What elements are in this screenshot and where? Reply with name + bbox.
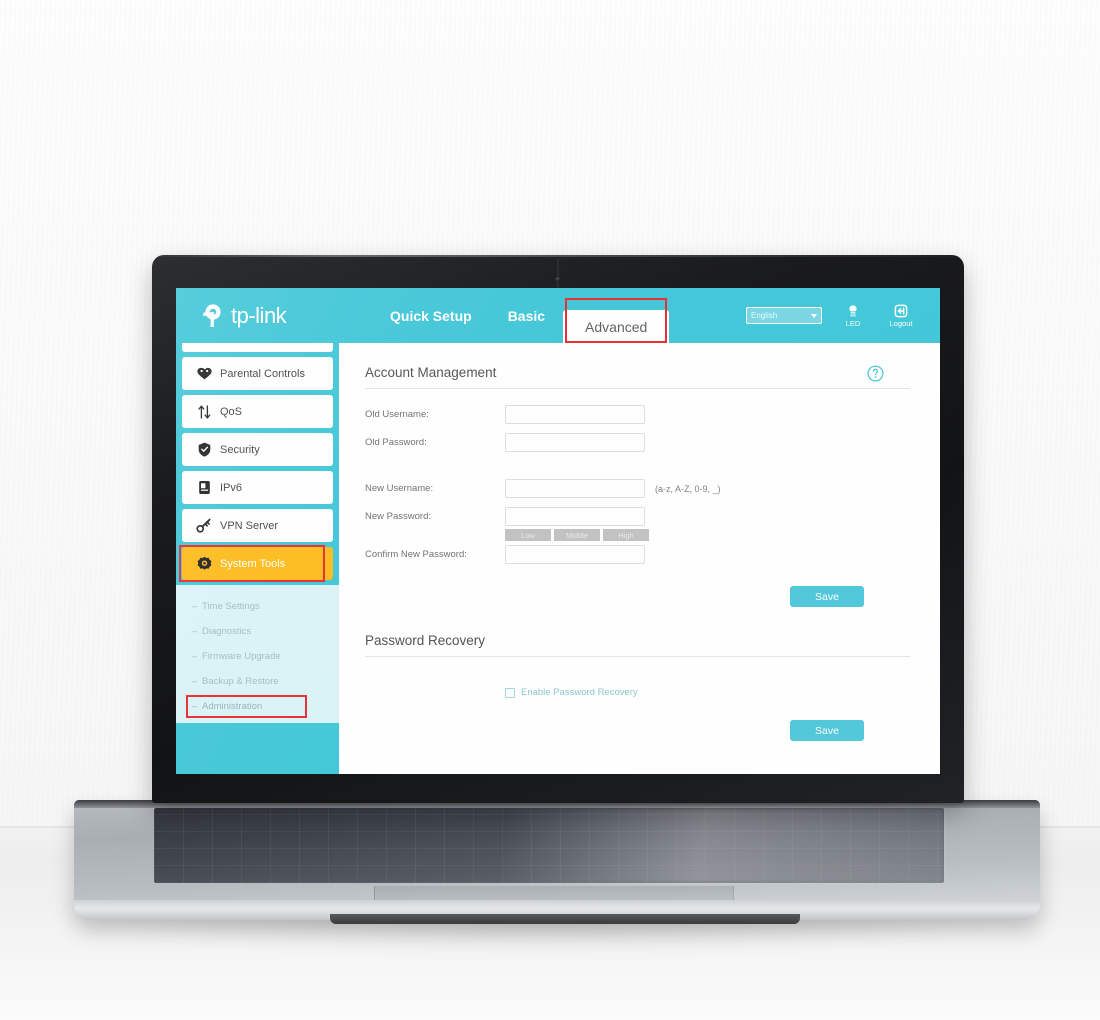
top-right-controls: English LED Logout	[746, 304, 918, 328]
enable-password-recovery-row: Enable Password Recovery	[505, 687, 910, 698]
link-chain-icon	[195, 518, 213, 533]
strength-segment-low: Low	[505, 529, 551, 541]
base-foot	[330, 914, 800, 924]
enable-password-recovery-label: Enable Password Recovery	[521, 687, 638, 698]
field-row-confirm-new-password: Confirm New Password:	[365, 545, 910, 564]
brand-name: tp-link	[231, 302, 287, 328]
sidebar-item-label: Parental Controls	[220, 367, 305, 380]
tplink-logo[interactable]: tp-link	[196, 301, 344, 331]
field-row-old-username: Old Username:	[365, 405, 910, 424]
main-tabs: Quick Setup Basic Advanced	[372, 288, 670, 343]
submenu-dash: –	[192, 651, 198, 662]
account-save-row: Save	[365, 586, 910, 607]
sidebar-navigation: Parental Controls QoS Security IPv6 VPN …	[176, 343, 339, 774]
sidebar-item-label: Security	[220, 443, 260, 456]
account-management-title: Account Management	[365, 365, 910, 389]
new-username-input[interactable]	[505, 479, 645, 498]
submenu-item-label: Administration	[202, 701, 263, 712]
confirm-new-password-label: Confirm New Password:	[365, 549, 467, 560]
logout-label: Logout	[889, 318, 913, 328]
submenu-dash: –	[192, 676, 198, 687]
password-recovery-title: Password Recovery	[365, 633, 910, 657]
submenu-dash: –	[192, 601, 198, 612]
save-button-recovery[interactable]: Save	[790, 720, 864, 741]
sidebar-submenu: – Time Settings – Diagnostics – Firmware…	[176, 585, 339, 723]
field-spacer	[365, 461, 910, 479]
led-bulb-icon	[849, 304, 857, 317]
old-password-input[interactable]	[505, 433, 645, 452]
logout-button[interactable]: Logout	[884, 304, 918, 328]
led-label: LED	[845, 318, 861, 328]
submenu-item-label: Backup & Restore	[202, 676, 279, 687]
keyboard-glare	[504, 808, 944, 883]
submenu-item-label: Firmware Upgrade	[202, 651, 281, 662]
sidebar-item-vpn-server[interactable]: VPN Server	[182, 509, 333, 542]
submenu-item-label: Diagnostics	[202, 626, 252, 637]
document-icon	[195, 480, 213, 495]
submenu-item-diagnostics[interactable]: – Diagnostics	[176, 619, 339, 644]
led-button[interactable]: LED	[836, 304, 870, 328]
submenu-item-time-settings[interactable]: – Time Settings	[176, 594, 339, 619]
submenu-dash: –	[192, 701, 198, 712]
heart-icon	[195, 367, 213, 380]
new-password-label: New Password:	[365, 511, 431, 522]
old-password-label: Old Password:	[365, 437, 427, 448]
updown-arrows-icon	[195, 404, 213, 419]
language-select[interactable]: English	[746, 307, 822, 324]
field-row-new-password: New Password:	[365, 507, 910, 526]
help-icon[interactable]	[867, 365, 884, 385]
field-row-old-password: Old Password:	[365, 433, 910, 452]
laptop: tp-link Quick Setup Basic Advanced Engli…	[0, 0, 1100, 1020]
tab-advanced-wrapper: Advanced	[563, 288, 670, 343]
shield-icon	[195, 442, 213, 457]
password-strength-meter: Low Middle High	[505, 529, 910, 541]
top-navigation-bar: tp-link Quick Setup Basic Advanced Engli…	[176, 288, 940, 343]
old-username-input[interactable]	[505, 405, 645, 424]
laptop-screen: tp-link Quick Setup Basic Advanced Engli…	[176, 288, 940, 774]
new-username-hint: (a-z, A-Z, 0-9, _)	[655, 483, 721, 494]
sidebar-item-qos[interactable]: QoS	[182, 395, 333, 428]
submenu-dash: –	[192, 626, 198, 637]
router-web-ui: tp-link Quick Setup Basic Advanced Engli…	[176, 288, 940, 774]
sidebar-item-label: QoS	[220, 405, 243, 418]
sidebar-item-label: System Tools	[220, 557, 286, 570]
enable-password-recovery-checkbox[interactable]	[505, 687, 515, 698]
new-username-label: New Username:	[365, 483, 434, 494]
gear-icon	[195, 556, 213, 571]
sidebar-item-partial-above[interactable]	[182, 343, 333, 352]
submenu-item-label: Time Settings	[202, 601, 260, 612]
language-value: English	[751, 311, 778, 320]
laptop-lid: tp-link Quick Setup Basic Advanced Engli…	[152, 255, 964, 803]
sidebar-item-label: IPv6	[220, 481, 243, 494]
chevron-down-icon	[811, 313, 817, 318]
old-username-label: Old Username:	[365, 409, 429, 420]
recovery-save-row: Save	[365, 720, 910, 741]
sidebar-item-ipv6[interactable]: IPv6	[182, 471, 333, 504]
new-password-input[interactable]	[505, 507, 645, 526]
page-body: Parental Controls QoS Security IPv6 VPN …	[176, 343, 940, 774]
submenu-item-backup-restore[interactable]: – Backup & Restore	[176, 669, 339, 694]
sidebar-item-system-tools[interactable]: System Tools	[179, 545, 333, 582]
confirm-new-password-input[interactable]	[505, 545, 645, 564]
tplink-mark-icon	[203, 303, 221, 327]
lid-highlight	[152, 255, 964, 257]
sidebar-item-security[interactable]: Security	[182, 433, 333, 466]
tab-basic[interactable]: Basic	[490, 288, 563, 343]
tab-quick-setup[interactable]: Quick Setup	[372, 288, 490, 343]
strength-segment-high: High	[603, 529, 649, 541]
strength-segment-middle: Middle	[554, 529, 600, 541]
logout-icon	[894, 304, 908, 317]
submenu-item-administration[interactable]: – Administration	[176, 694, 339, 719]
bezel-seam	[557, 259, 559, 289]
sidebar-item-label: VPN Server	[220, 519, 279, 532]
save-button-account[interactable]: Save	[790, 586, 864, 607]
main-content: Account Management Old Username: Old Pas…	[339, 343, 940, 774]
submenu-item-firmware-upgrade[interactable]: – Firmware Upgrade	[176, 644, 339, 669]
sidebar-item-parental-controls[interactable]: Parental Controls	[182, 357, 333, 390]
tab-advanced[interactable]: Advanced	[563, 310, 670, 343]
field-row-new-username: New Username: (a-z, A-Z, 0-9, _)	[365, 479, 910, 498]
webcam-icon	[555, 277, 561, 282]
